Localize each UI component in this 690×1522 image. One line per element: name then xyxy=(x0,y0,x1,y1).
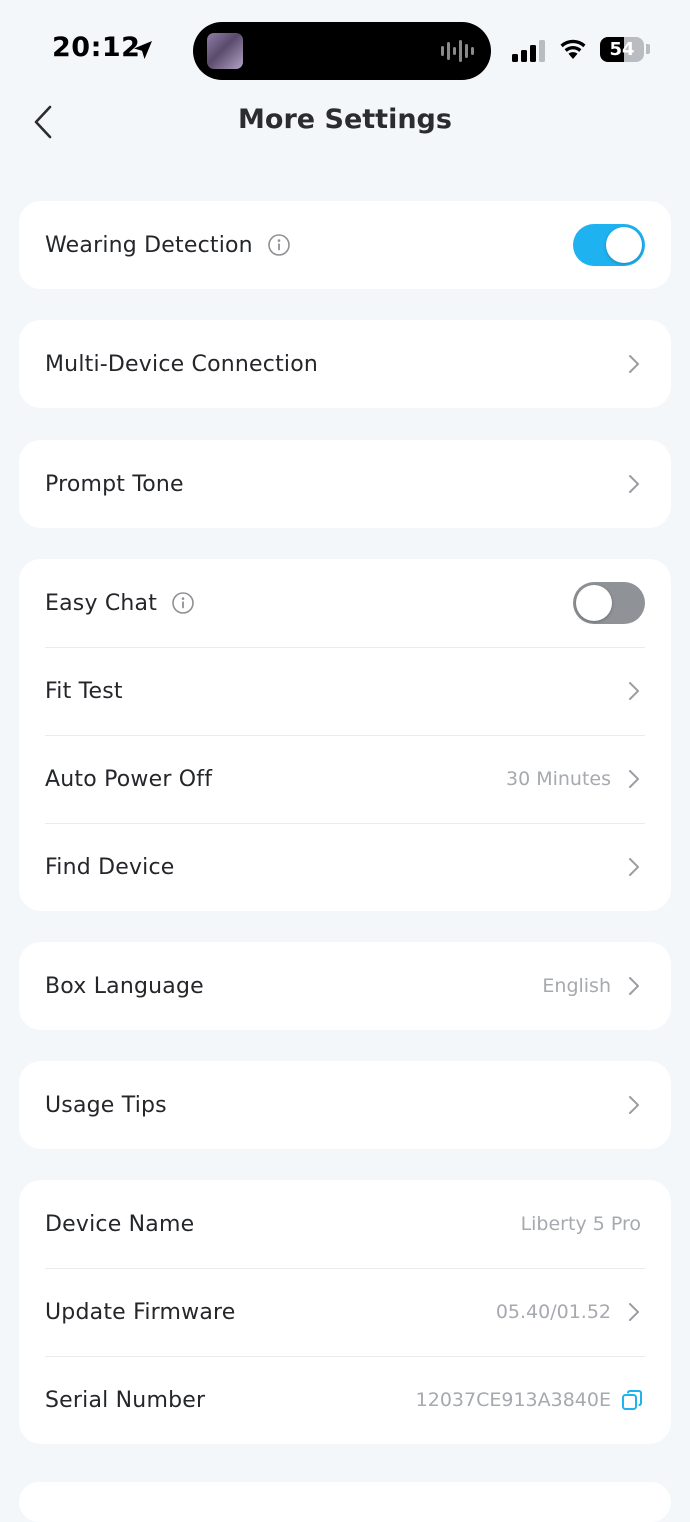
wearing-detection-toggle[interactable] xyxy=(573,224,645,266)
serial-number-label: Serial Number xyxy=(45,1387,206,1413)
fit-test-row[interactable]: Fit Test xyxy=(19,647,671,735)
chevron-right-icon xyxy=(629,770,639,788)
chevron-right-icon xyxy=(629,682,639,700)
multi-device-label: Multi-Device Connection xyxy=(45,351,319,377)
copy-icon[interactable] xyxy=(621,1389,643,1411)
info-icon[interactable] xyxy=(171,591,195,615)
easy-chat-row: Easy Chat xyxy=(19,559,671,647)
fit-test-label: Fit Test xyxy=(45,678,123,704)
more-options-card xyxy=(19,1482,671,1522)
battery-nub xyxy=(646,44,650,54)
box-language-label: Box Language xyxy=(45,973,204,999)
auto-power-off-label: Auto Power Off xyxy=(45,766,213,792)
page-title: More Settings xyxy=(238,104,452,135)
toggle-knob xyxy=(606,227,642,263)
serial-number-value: 12037CE913A3840E xyxy=(415,1389,611,1411)
toggle-knob xyxy=(576,585,612,621)
chevron-right-icon xyxy=(629,977,639,995)
device-name-label: Device Name xyxy=(45,1211,195,1237)
chevron-right-icon xyxy=(629,1303,639,1321)
dynamic-island[interactable] xyxy=(193,22,491,80)
easy-chat-toggle[interactable] xyxy=(573,582,645,624)
find-device-row[interactable]: Find Device xyxy=(19,823,671,911)
prompt-tone-card: Prompt Tone xyxy=(19,440,671,528)
status-bar: 20:12 54 xyxy=(0,0,690,100)
box-language-row[interactable]: Box Language English xyxy=(19,942,671,1030)
prompt-tone-label: Prompt Tone xyxy=(45,471,184,497)
serial-number-row: Serial Number 12037CE913A3840E xyxy=(19,1356,671,1444)
auto-power-off-row[interactable]: Auto Power Off 30 Minutes xyxy=(19,735,671,823)
device-info-card: Device Name Liberty 5 Pro Update Firmwar… xyxy=(19,1180,671,1444)
chevron-right-icon xyxy=(629,1096,639,1114)
wifi-icon xyxy=(560,39,586,59)
usage-tips-row[interactable]: Usage Tips xyxy=(19,1061,671,1149)
controls-card: Easy Chat Fit Test Auto Power Off 30 Min… xyxy=(19,559,671,911)
multi-device-row[interactable]: Multi-Device Connection xyxy=(19,320,671,408)
chevron-right-icon xyxy=(629,355,639,373)
wearing-detection-card: Wearing Detection xyxy=(19,201,671,289)
device-name-value: Liberty 5 Pro xyxy=(520,1213,641,1235)
chevron-right-icon xyxy=(629,858,639,876)
info-icon[interactable] xyxy=(267,233,291,257)
box-language-card: Box Language English xyxy=(19,942,671,1030)
location-arrow-icon xyxy=(134,41,152,59)
wearing-detection-label: Wearing Detection xyxy=(45,232,253,258)
multi-device-card: Multi-Device Connection xyxy=(19,320,671,408)
update-firmware-label: Update Firmware xyxy=(45,1299,236,1325)
update-firmware-row[interactable]: Update Firmware 05.40/01.52 xyxy=(19,1268,671,1356)
battery-indicator: 54 xyxy=(600,37,644,62)
usage-tips-label: Usage Tips xyxy=(45,1092,167,1118)
prompt-tone-row[interactable]: Prompt Tone xyxy=(19,440,671,528)
auto-power-off-value: 30 Minutes xyxy=(505,768,611,790)
firmware-version-value: 05.40/01.52 xyxy=(495,1301,611,1323)
battery-percent: 54 xyxy=(609,39,635,60)
cellular-signal-icon xyxy=(512,40,545,62)
wearing-detection-row: Wearing Detection xyxy=(19,201,671,289)
find-device-label: Find Device xyxy=(45,854,175,880)
usage-tips-card: Usage Tips xyxy=(19,1061,671,1149)
device-name-row: Device Name Liberty 5 Pro xyxy=(19,1180,671,1268)
box-language-value: English xyxy=(542,975,611,997)
status-time: 20:12 xyxy=(52,32,141,63)
audio-waveform-icon xyxy=(441,40,474,62)
chevron-right-icon xyxy=(629,475,639,493)
now-playing-artwork xyxy=(207,33,243,69)
easy-chat-label: Easy Chat xyxy=(45,590,158,616)
